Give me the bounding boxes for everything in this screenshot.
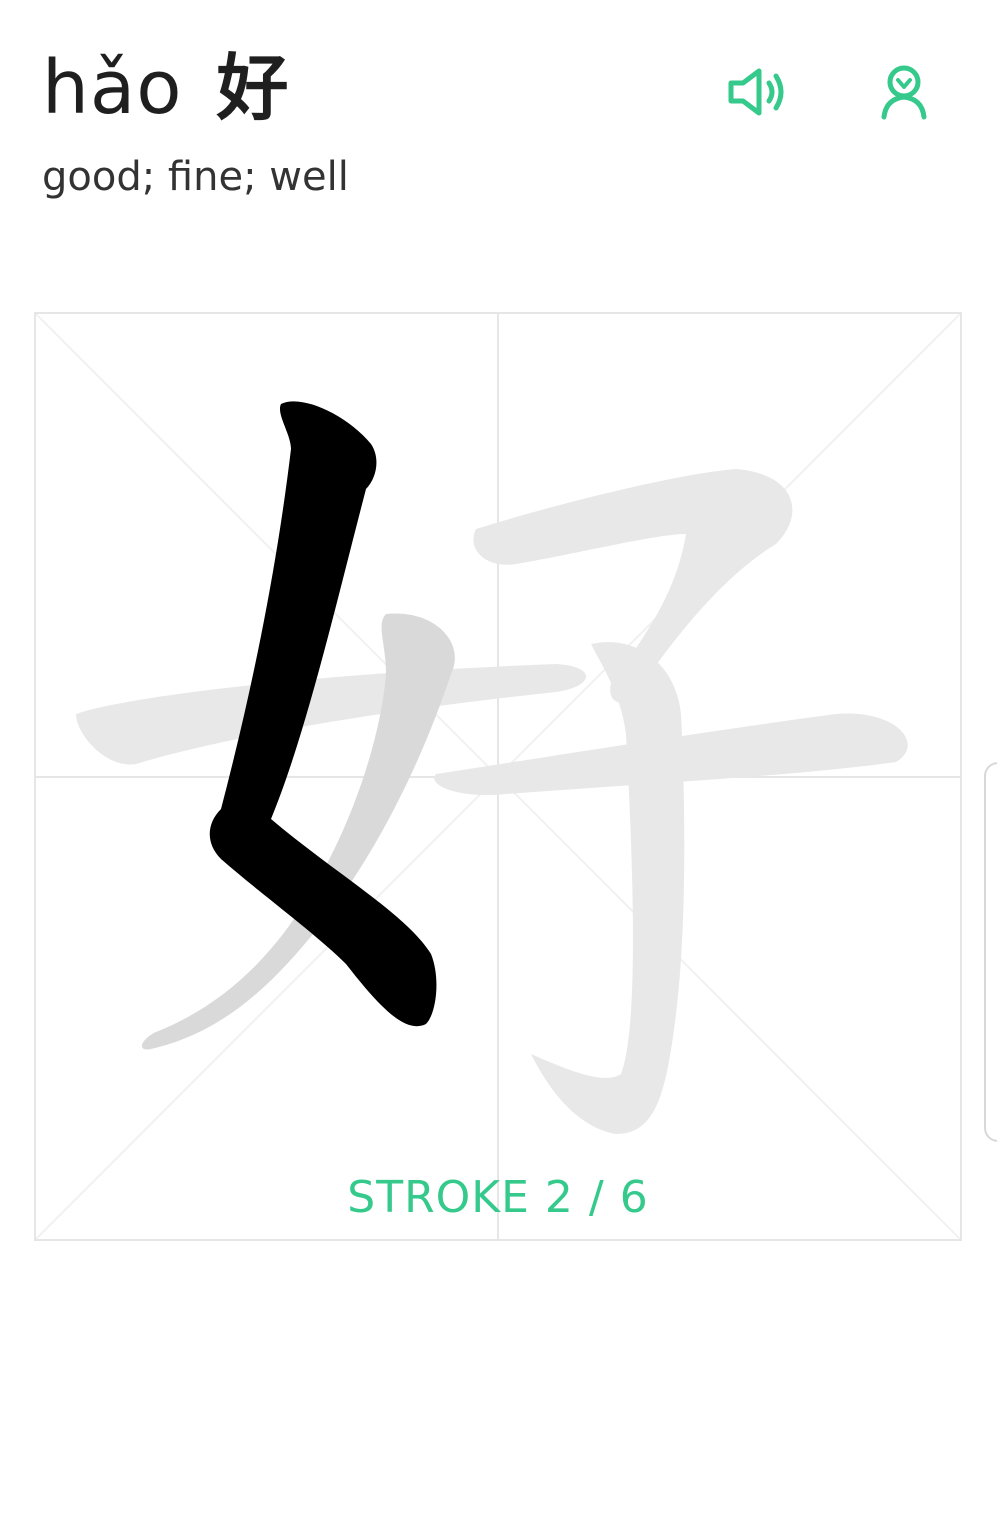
person-icon [881, 65, 927, 120]
profile-button[interactable] [868, 60, 940, 124]
stroke-4-pending [531, 642, 685, 1134]
stroke-6-pending [76, 664, 586, 765]
meaning-text: good; fine; well [42, 154, 349, 200]
pinyin-text: hǎo [42, 45, 183, 131]
stroke-counter: STROKE 2 / 6 [347, 1172, 649, 1223]
stroke-practice-grid[interactable]: STROKE 2 / 6 [34, 312, 962, 1241]
character-strokes [76, 401, 908, 1134]
play-audio-button[interactable] [722, 60, 794, 124]
hanzi-text: 好 [216, 46, 289, 130]
side-drawer-handle[interactable] [984, 762, 997, 1142]
word-header: hǎo 好 good; fine; well [42, 40, 942, 210]
title-row: hǎo 好 [42, 40, 942, 136]
speaker-icon [728, 68, 784, 116]
